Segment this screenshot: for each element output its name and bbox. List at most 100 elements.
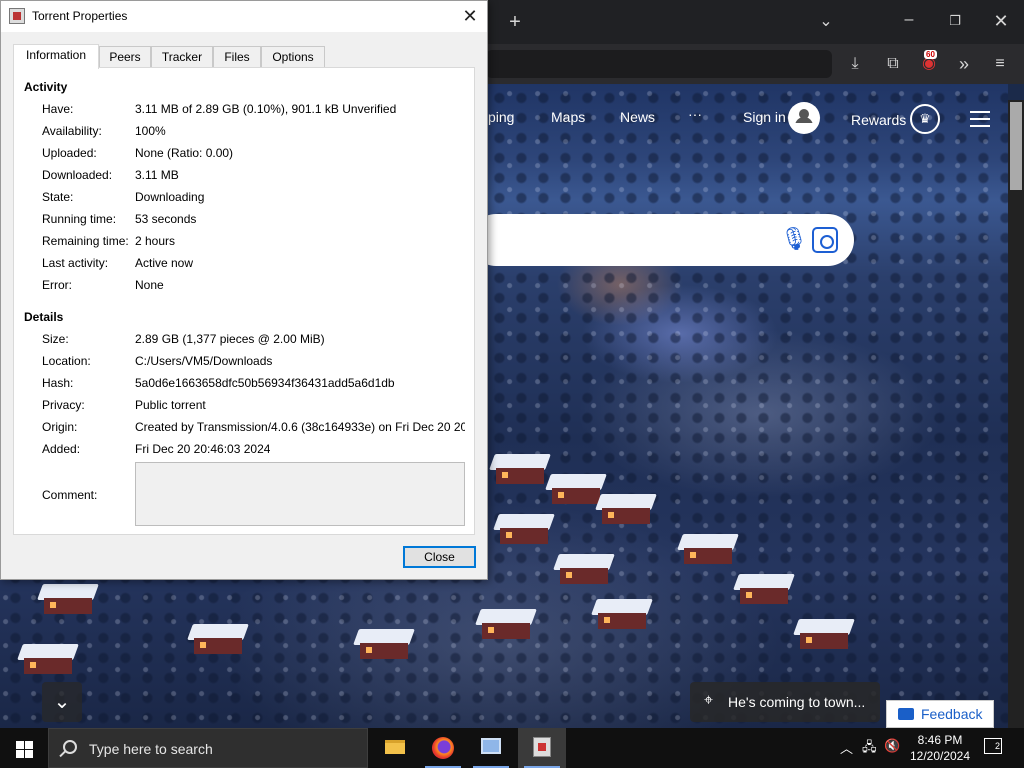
tab-tracker[interactable]: Tracker: [151, 46, 213, 68]
transmission-app-icon: [9, 8, 25, 24]
close-button[interactable]: Close: [403, 546, 476, 568]
clock-time: 8:46 PM: [917, 733, 963, 747]
show-hidden-icons-chevron-icon[interactable]: ︿: [840, 738, 853, 757]
extensions-puzzle-icon[interactable]: ⧉: [881, 52, 905, 76]
search-icon: [63, 740, 77, 754]
privacy-value: Public torrent: [135, 398, 206, 412]
close-icon[interactable]: ✕: [455, 3, 485, 29]
hash-value: 5a0d6e1663658dfc50b56934f36431add5a6d1db: [135, 376, 395, 390]
uploaded-label: Uploaded:: [42, 146, 97, 160]
error-label: Error:: [42, 278, 72, 292]
activity-heading: Activity: [24, 80, 68, 94]
last-activity-label: Last activity:: [42, 256, 109, 270]
running-time-value: 53 seconds: [135, 212, 197, 226]
feedback-icon: [898, 708, 914, 720]
hash-label: Hash:: [42, 376, 74, 390]
nav-news[interactable]: News: [620, 109, 655, 125]
minimize-icon[interactable]: –: [897, 8, 921, 32]
cabin-image: [475, 609, 537, 639]
download-icon[interactable]: ⤓: [843, 52, 867, 76]
menu-icon[interactable]: ≡: [988, 52, 1012, 76]
visual-search-icon[interactable]: [812, 227, 838, 253]
details-heading: Details: [24, 310, 64, 324]
tab-files[interactable]: Files: [213, 46, 261, 68]
rewards-trophy-icon[interactable]: ♛: [910, 104, 940, 134]
have-label: Have:: [42, 102, 74, 116]
rewards-link[interactable]: Rewards: [851, 112, 906, 128]
tab-peers[interactable]: Peers: [99, 46, 151, 68]
uploaded-value: None (Ratio: 0.00): [135, 146, 234, 160]
cabin-image: [545, 474, 607, 504]
cabin-image: [187, 624, 249, 654]
scroll-down-chevron-icon[interactable]: ⌄: [42, 682, 82, 722]
search-placeholder: Type here to search: [89, 741, 213, 757]
hamburger-menu-icon[interactable]: [970, 111, 990, 127]
dialog-title: Torrent Properties: [32, 9, 128, 23]
file-explorer-icon[interactable]: [371, 728, 419, 768]
clock-date: 12/20/2024: [909, 749, 971, 763]
notification-center-icon[interactable]: 2: [984, 738, 1002, 754]
torrent-properties-dialog: Torrent Properties ✕ Information Peers T…: [0, 0, 488, 580]
transmission-taskbar-icon[interactable]: [518, 728, 566, 768]
overflow-chevrons-icon[interactable]: »: [952, 52, 976, 76]
dialog-titlebar[interactable]: Torrent Properties ✕: [1, 1, 487, 32]
size-value: 2.89 GB (1,377 pieces @ 2.00 MiB): [135, 332, 325, 346]
cabin-image: [553, 554, 615, 584]
avatar-icon[interactable]: [788, 102, 820, 134]
firefox-icon[interactable]: [419, 728, 467, 768]
network-icon[interactable]: 🖧: [862, 738, 877, 760]
new-tab-plus-icon[interactable]: +: [503, 10, 527, 34]
cabin-image: [353, 629, 415, 659]
privacy-label: Privacy:: [42, 398, 85, 412]
added-value: Fri Dec 20 20:46:03 2024: [135, 442, 271, 456]
location-label: Location:: [42, 354, 91, 368]
comment-textbox[interactable]: [135, 462, 465, 526]
system-clock[interactable]: 8:46 PM 12/20/2024: [900, 732, 980, 764]
microphone-icon[interactable]: 🎙: [780, 226, 808, 254]
tab-information[interactable]: Information: [13, 44, 99, 69]
tab-list-chevron-icon[interactable]: ⌄: [814, 10, 838, 34]
cabin-image: [37, 584, 99, 614]
cabin-image: [591, 599, 653, 629]
information-panel: Activity Have: 3.11 MB of 2.89 GB (0.10%…: [13, 67, 475, 535]
volume-muted-icon[interactable]: 🔇: [884, 738, 900, 754]
nav-more[interactable]: ···: [688, 106, 702, 122]
windows-start-icon[interactable]: [0, 728, 48, 768]
location-pin-icon: ⌖: [704, 692, 714, 709]
added-label: Added:: [42, 442, 81, 456]
availability-label: Availability:: [42, 124, 102, 138]
window-close-icon[interactable]: ✕: [989, 9, 1013, 33]
cabin-image: [793, 619, 855, 649]
availability-value: 100%: [135, 124, 166, 138]
restore-icon[interactable]: ❐: [943, 9, 967, 33]
cabin-image: [17, 644, 79, 674]
state-value: Downloading: [135, 190, 205, 204]
have-value: 3.11 MB of 2.89 GB (0.10%), 901.1 kB Unv…: [135, 102, 397, 116]
cabin-image: [733, 574, 795, 604]
remaining-time-label: Remaining time:: [42, 234, 129, 248]
location-value: C:/Users/VM5/Downloads: [135, 354, 273, 368]
nav-maps[interactable]: Maps: [551, 109, 585, 125]
size-label: Size:: [42, 332, 69, 346]
cabin-image: [595, 494, 657, 524]
address-bar[interactable]: [486, 50, 832, 78]
error-value: None: [135, 278, 164, 292]
scrollbar-thumb[interactable]: [1010, 102, 1022, 190]
running-time-label: Running time:: [42, 212, 117, 226]
tab-options[interactable]: Options: [261, 46, 325, 68]
image-caption[interactable]: He's coming to town...: [690, 682, 880, 722]
downloaded-label: Downloaded:: [42, 168, 113, 182]
taskbar: Type here to search ︿ 🖧 🔇 8:46 PM 12/20/…: [0, 728, 1024, 768]
this-pc-icon[interactable]: [467, 728, 515, 768]
state-label: State:: [42, 190, 74, 204]
extension-badge: 60: [924, 50, 937, 59]
cabin-image: [677, 534, 739, 564]
cabin-image: [493, 514, 555, 544]
sign-in-link[interactable]: Sign in: [743, 109, 786, 125]
page-scrollbar[interactable]: [1008, 100, 1024, 728]
comment-label: Comment:: [42, 488, 98, 502]
nav-shopping[interactable]: ping: [488, 109, 514, 125]
origin-value: Created by Transmission/4.0.6 (38c164933…: [135, 420, 465, 434]
taskbar-search-box[interactable]: Type here to search: [48, 728, 368, 768]
cabin-image: [489, 454, 551, 484]
